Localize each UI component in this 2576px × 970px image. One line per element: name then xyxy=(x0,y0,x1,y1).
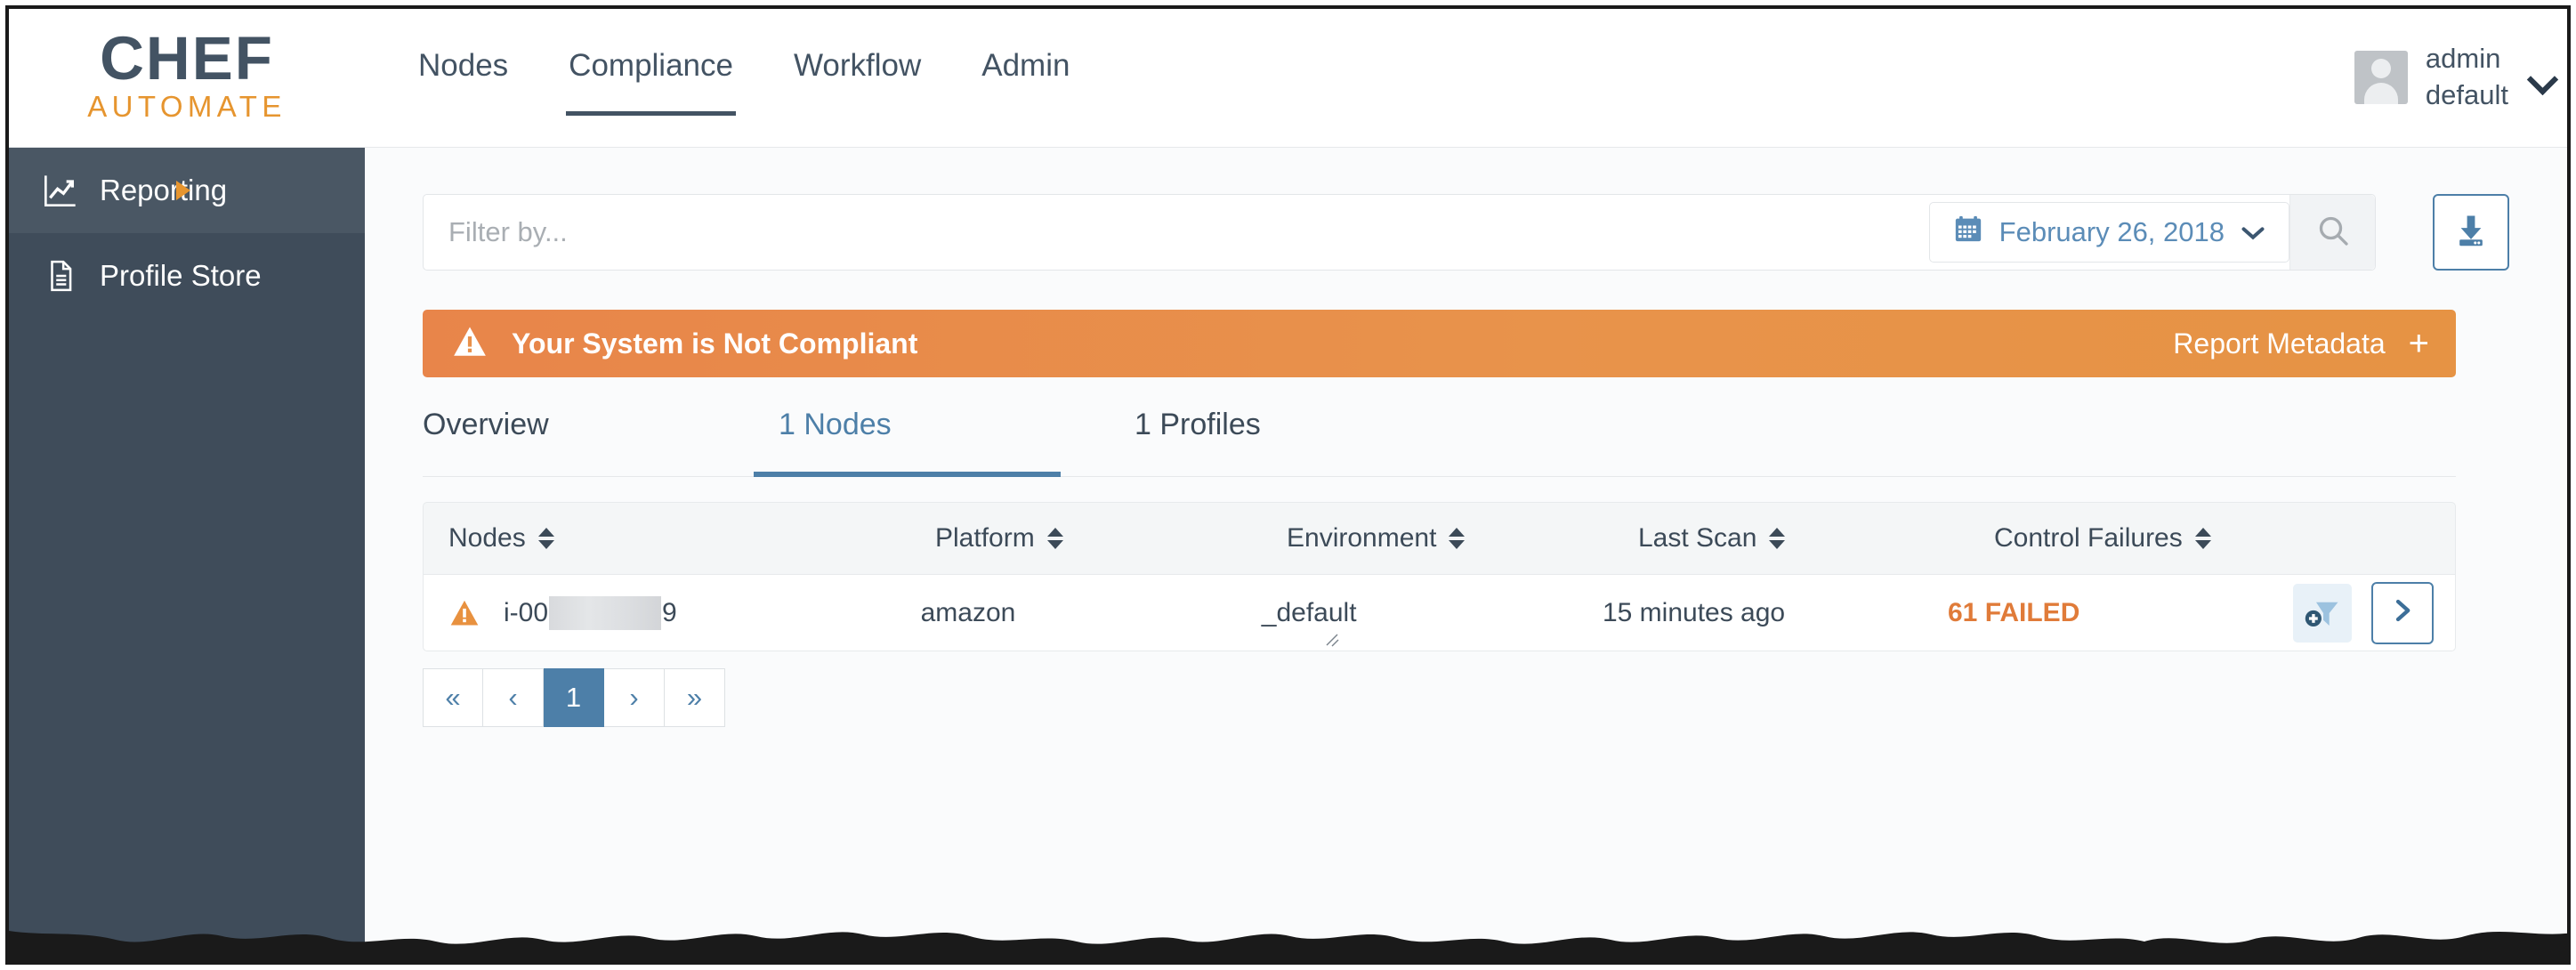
main-nav-links: Nodes Compliance Workflow Admin xyxy=(418,9,1070,148)
node-name-suffix: 9 xyxy=(662,597,677,627)
download-icon xyxy=(2451,211,2491,255)
node-name[interactable]: i-00 9 xyxy=(504,595,677,630)
column-label: Environment xyxy=(1287,523,1437,553)
calendar-icon xyxy=(1953,214,1983,251)
user-menu[interactable]: admin default xyxy=(2354,41,2532,114)
cell-last-scan: 15 minutes ago xyxy=(1602,597,1786,627)
table-header-cell-platform[interactable]: Platform xyxy=(935,523,1287,554)
table-header-cell-control-failures[interactable]: Control Failures xyxy=(1994,523,2350,554)
table-header-cell-environment[interactable]: Environment xyxy=(1287,523,1638,554)
chart-line-icon xyxy=(41,171,80,210)
sidebar-item-profile-store[interactable]: Profile Store xyxy=(9,233,365,319)
table-row[interactable]: i-00 9 amazon _default 15 minutes ago 61… xyxy=(423,575,2456,651)
document-icon xyxy=(41,256,80,295)
warning-triangle-icon xyxy=(451,323,489,365)
filter-bar: February 26, 2018 xyxy=(423,194,2376,271)
node-name-prefix: i-00 xyxy=(504,597,549,627)
nav-item-compliance[interactable]: Compliance xyxy=(566,48,736,116)
sort-updown-icon[interactable] xyxy=(537,528,554,549)
nav-item-admin[interactable]: Admin xyxy=(981,48,1070,116)
table-header-cell-last-scan[interactable]: Last Scan xyxy=(1638,523,1994,554)
nav-item-nodes[interactable]: Nodes xyxy=(418,48,508,116)
sort-updown-icon[interactable] xyxy=(2194,528,2211,549)
row-resize-handle[interactable] xyxy=(1324,632,1340,648)
tab-nodes[interactable]: 1 Nodes xyxy=(754,408,1135,477)
search-icon xyxy=(2315,213,2351,253)
add-filter-funnel-icon[interactable] xyxy=(2293,583,2352,643)
top-navigation-bar: CHEF AUTOMATE Nodes Compliance Workflow … xyxy=(9,9,2567,148)
compliance-tabs: Overview 1 Nodes 1 Profiles xyxy=(423,408,2456,477)
pagination-first-button[interactable]: « xyxy=(423,668,483,727)
sidebar-item-label: Profile Store xyxy=(100,259,262,292)
chevron-down-icon xyxy=(2241,216,2265,248)
sidebar-item-label: Reporting xyxy=(100,174,228,206)
sidebar: Reporting Profile Store xyxy=(9,148,365,961)
table-header-cell-nodes[interactable]: Nodes xyxy=(424,523,935,554)
pagination-next-button[interactable]: › xyxy=(604,668,665,727)
date-range-picker[interactable]: February 26, 2018 xyxy=(1928,202,2289,263)
column-label: Control Failures xyxy=(1994,523,2183,553)
nodes-table: Nodes Platform Environment Last Scan Con… xyxy=(423,502,2456,651)
chevron-right-icon xyxy=(2389,597,2416,628)
warning-triangle-icon xyxy=(448,597,480,629)
sort-updown-icon[interactable] xyxy=(1046,528,1063,549)
logo-text-automate: AUTOMATE xyxy=(87,89,287,123)
node-name-redacted-block xyxy=(549,595,662,630)
report-metadata-expand-button[interactable]: + xyxy=(2409,326,2429,361)
user-org: default xyxy=(2425,78,2508,110)
nav-item-workflow[interactable]: Workflow xyxy=(794,48,921,116)
search-button[interactable] xyxy=(2289,195,2375,270)
cell-platform: amazon xyxy=(920,597,1016,627)
tab-profiles[interactable]: 1 Profiles xyxy=(1135,408,1261,476)
column-label: Platform xyxy=(935,523,1035,553)
pagination-page-1[interactable]: 1 xyxy=(544,668,604,727)
table-header-row: Nodes Platform Environment Last Scan Con… xyxy=(423,502,2456,575)
filter-input[interactable] xyxy=(424,195,1929,270)
sort-updown-icon[interactable] xyxy=(1769,528,1786,549)
user-avatar-icon xyxy=(2354,50,2408,104)
date-range-label: February 26, 2018 xyxy=(1999,216,2225,247)
cell-environment: _default xyxy=(1261,597,1357,627)
download-report-button[interactable] xyxy=(2433,194,2509,271)
sort-updown-icon[interactable] xyxy=(1449,528,1466,549)
alert-message: Your System is Not Compliant xyxy=(512,327,918,360)
chevron-right-icon xyxy=(176,181,190,200)
browser-window: CHEF AUTOMATE Nodes Compliance Workflow … xyxy=(5,5,2571,965)
pagination: « ‹ 1 › » xyxy=(423,668,725,727)
cell-control-failures: 61 FAILED xyxy=(1947,597,2080,627)
report-metadata-label[interactable]: Report Metadata xyxy=(2173,327,2385,360)
logo-text-chef: CHEF xyxy=(100,24,274,93)
main-content: February 26, 2018 xyxy=(365,148,2567,961)
column-label: Nodes xyxy=(448,523,526,553)
pagination-last-button[interactable]: » xyxy=(665,668,725,727)
user-name: admin xyxy=(2425,43,2501,74)
compliance-alert-banner: Your System is Not Compliant Report Meta… xyxy=(423,310,2456,377)
sidebar-item-reporting[interactable]: Reporting xyxy=(9,148,365,233)
chef-automate-logo[interactable]: CHEF AUTOMATE xyxy=(71,28,303,123)
column-label: Last Scan xyxy=(1638,523,1757,553)
tab-overview[interactable]: Overview xyxy=(423,408,779,476)
user-info: admin default xyxy=(2426,41,2508,114)
pagination-prev-button[interactable]: ‹ xyxy=(483,668,544,727)
node-detail-button[interactable] xyxy=(2371,581,2434,644)
